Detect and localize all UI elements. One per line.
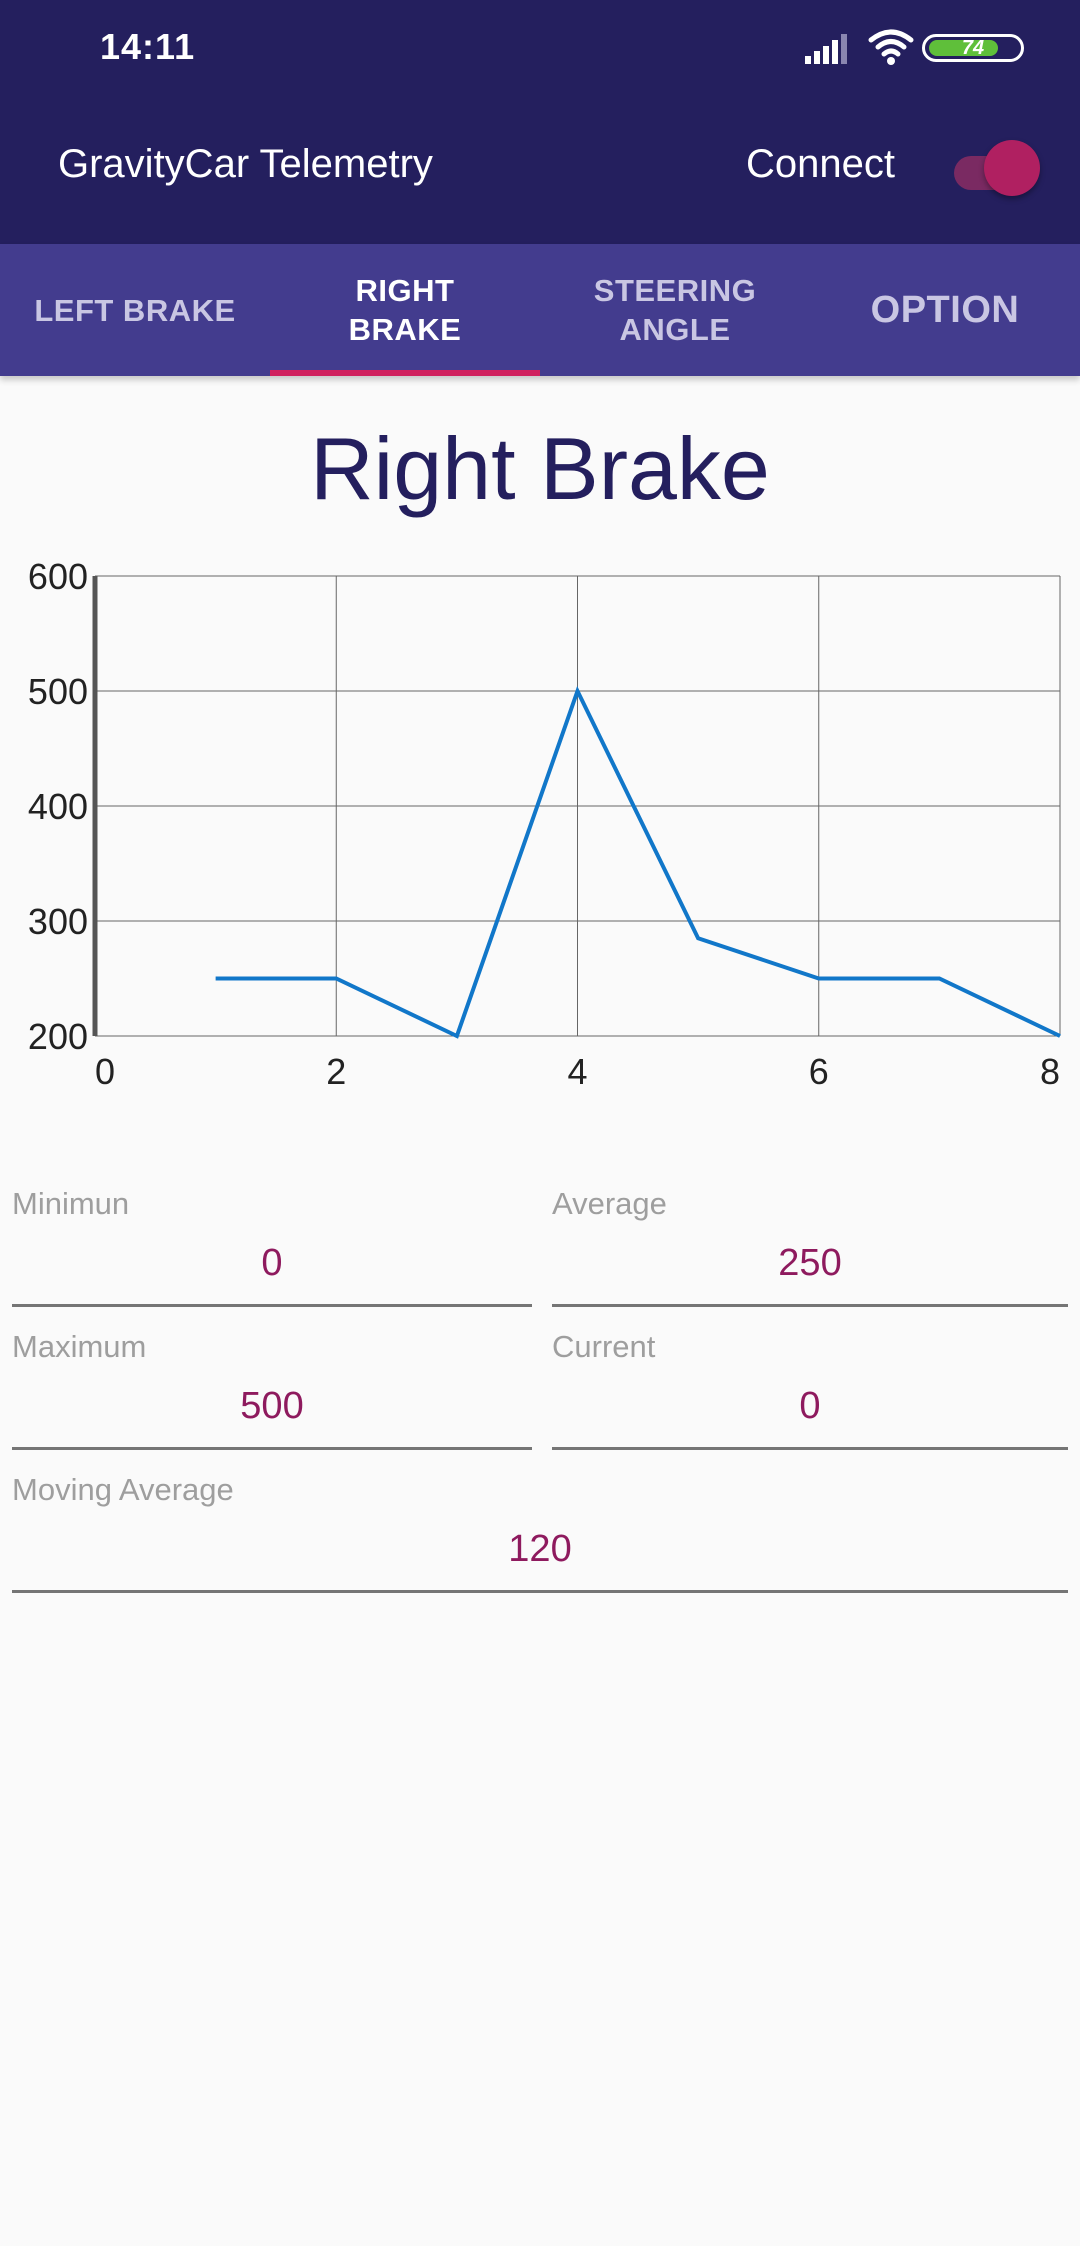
tab-left-brake[interactable]: LEFT BRAKE (0, 244, 270, 376)
current-label: Current (552, 1329, 656, 1364)
connect-label: Connect (746, 142, 895, 186)
tab-label: STEERING ANGLE (593, 273, 757, 347)
app-title: GravityCar Telemetry (58, 142, 433, 186)
tab-option[interactable]: OPTION (810, 244, 1080, 376)
maximum-label: Maximum (12, 1329, 147, 1364)
x-tick-label: 4 (567, 1051, 587, 1092)
tab-steering-angle[interactable]: STEERING ANGLE (540, 244, 810, 376)
x-tick-label: 0 (95, 1051, 115, 1092)
minimum-field[interactable]: Minimun 0 (12, 1186, 532, 1316)
tab-indicator (270, 370, 540, 376)
page-title: Right Brake (310, 419, 770, 518)
y-tick-label: 500 (28, 671, 88, 712)
current-value: 0 (799, 1385, 821, 1427)
battery-icon: 74 (922, 34, 1024, 62)
y-tick-label: 200 (28, 1016, 88, 1057)
minimum-label: Minimun (12, 1186, 130, 1221)
signal-icon (805, 34, 847, 64)
y-tick-label: 400 (28, 786, 88, 827)
chart-grid (94, 575, 1061, 1037)
right-brake-chart: 0 2 4 6 8 200 300 400 500 600 (28, 556, 1061, 1092)
moving-average-label: Moving Average (12, 1472, 234, 1507)
x-tick-label: 2 (326, 1051, 346, 1092)
app-toolbar: GravityCar Telemetry Connect (0, 100, 1080, 244)
y-tick-label: 600 (28, 556, 88, 597)
tab-right-brake[interactable]: RIGHT BRAKE (270, 244, 540, 376)
connect-switch[interactable] (952, 140, 1042, 200)
field-underline (552, 1447, 1068, 1450)
moving-average-value: 120 (508, 1528, 572, 1570)
battery-level: 74 (961, 37, 985, 59)
status-time: 14:11 (100, 26, 196, 67)
tab-label: OPTION (870, 288, 1020, 331)
field-underline (12, 1590, 1068, 1593)
chart-series (215, 685, 1061, 1039)
field-underline (552, 1304, 1068, 1307)
switch-thumb (984, 140, 1040, 196)
current-field[interactable]: Current 0 (552, 1329, 1068, 1459)
tab-label: LEFT BRAKE (34, 292, 236, 328)
x-tick-label: 6 (809, 1051, 829, 1092)
status-bar: 14:11 74 (0, 0, 1080, 100)
moving-average-field[interactable]: Moving Average 120 (12, 1472, 1068, 1602)
average-value: 250 (778, 1242, 842, 1284)
field-underline (12, 1304, 532, 1307)
tab-label: RIGHT BRAKE (348, 273, 462, 347)
average-label: Average (552, 1186, 667, 1221)
tab-bar: LEFT BRAKE RIGHT BRAKE STEERING ANGLE OP… (0, 244, 1080, 376)
maximum-field[interactable]: Maximum 500 (12, 1329, 532, 1459)
y-tick-label: 300 (28, 901, 88, 942)
field-underline (12, 1447, 532, 1450)
maximum-value: 500 (240, 1385, 304, 1427)
wifi-icon (868, 29, 914, 65)
x-tick-label: 8 (1040, 1051, 1060, 1092)
minimum-value: 0 (261, 1242, 283, 1284)
series-line (215, 685, 1061, 1039)
average-field[interactable]: Average 250 (552, 1186, 1068, 1316)
chart-ticks: 0 2 4 6 8 200 300 400 500 600 (28, 556, 1060, 1092)
